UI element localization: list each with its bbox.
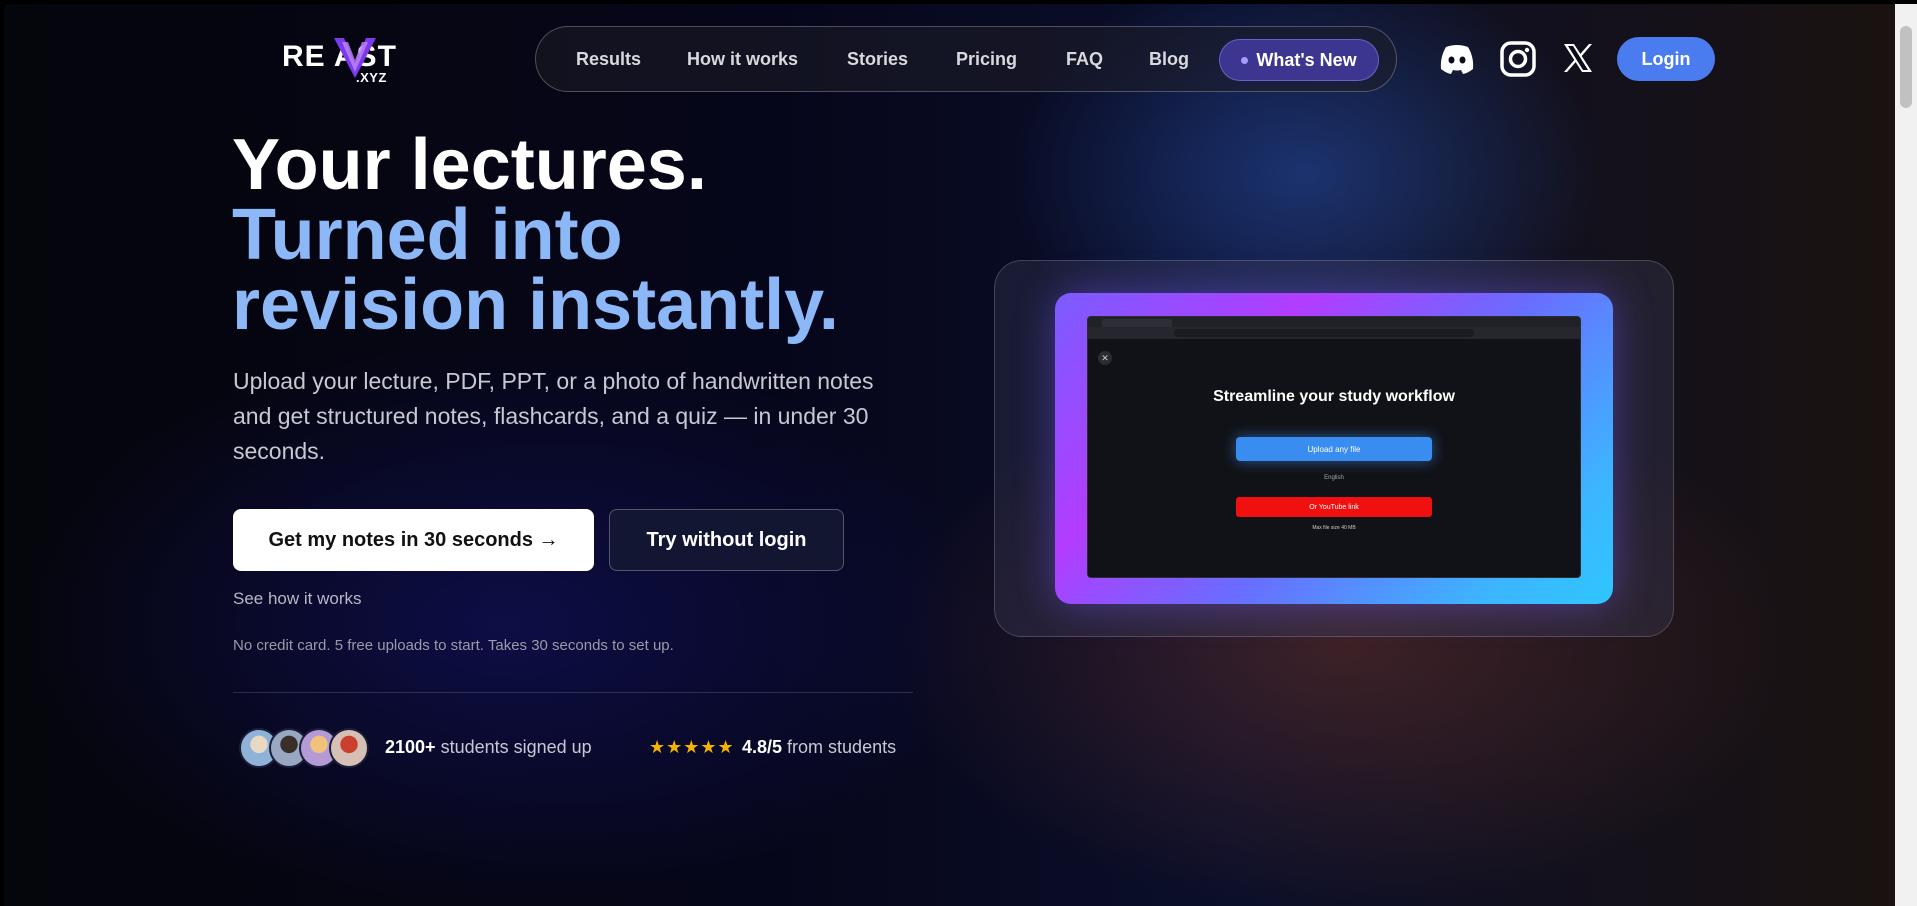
- nav-faq[interactable]: FAQ: [1066, 49, 1103, 70]
- nav-results[interactable]: Results: [576, 49, 641, 70]
- rating-text: 4.8/5 from students: [742, 737, 896, 758]
- logo-subtext: .XYZ: [356, 70, 387, 85]
- rating-suffix: from students: [782, 737, 897, 757]
- revast-logo[interactable]: RE AST .XYZ: [282, 32, 432, 88]
- rating-stars-icon: ★★★★★: [649, 737, 735, 757]
- login-button[interactable]: Login: [1617, 37, 1715, 81]
- demo-browser-tabs: [1088, 317, 1580, 327]
- nav-stories[interactable]: Stories: [847, 49, 908, 70]
- see-how-it-works-link[interactable]: See how it works: [233, 589, 362, 609]
- nav-how-it-works[interactable]: How it works: [687, 49, 798, 70]
- demo-size-note: Max file size 40 MB: [1312, 525, 1356, 531]
- demo-title: Streamline your study workflow: [1213, 388, 1455, 405]
- whats-new-label: What's New: [1256, 49, 1357, 70]
- nav-pricing[interactable]: Pricing: [956, 49, 1017, 70]
- signup-count: 2100+ students signed up: [385, 737, 592, 758]
- x-icon[interactable]: [1561, 41, 1595, 75]
- scrollbar-thumb[interactable]: [1900, 26, 1912, 108]
- demo-close-icon: ✕: [1098, 351, 1112, 365]
- get-notes-button[interactable]: Get my notes in 30 seconds →: [233, 509, 594, 571]
- divider: [233, 692, 913, 693]
- rating-value: 4.8/5: [742, 737, 783, 757]
- hero-title-line-1: Your lectures.: [232, 125, 707, 205]
- try-without-login-button[interactable]: Try without login: [609, 509, 844, 571]
- demo-url-bar: [1174, 329, 1474, 337]
- hero-title-line-3: revision instantly.: [232, 265, 839, 345]
- avatar: [329, 728, 369, 768]
- signup-count-number: 2100+: [385, 737, 436, 757]
- demo-video-screenshot[interactable]: ✕ Streamline your study workflow Upload …: [1087, 316, 1581, 578]
- instagram-icon[interactable]: [1500, 41, 1536, 77]
- demo-upload-button: Upload any file: [1236, 437, 1432, 461]
- nav-blog[interactable]: Blog: [1149, 49, 1189, 70]
- hero-subtext: Upload your lecture, PDF, PPT, or a phot…: [233, 368, 874, 464]
- fineprint: No credit card. 5 free uploads to start.…: [233, 637, 674, 654]
- page-scrollbar[interactable]: [1895, 4, 1917, 906]
- demo-browser-toolbar: [1088, 327, 1580, 339]
- whats-new-button[interactable]: What's New: [1219, 39, 1379, 81]
- signup-count-suffix: students signed up: [435, 737, 592, 757]
- demo-youtube-button: Or YouTube link: [1236, 497, 1432, 517]
- whats-new-dot-icon: [1241, 56, 1249, 64]
- demo-language-select: English: [1324, 475, 1344, 481]
- student-avatars: [239, 728, 369, 768]
- hero-title-line-2: Turned into: [232, 195, 623, 275]
- main-nav: Results How it works Stories Pricing FAQ…: [535, 26, 1397, 92]
- discord-icon[interactable]: [1438, 41, 1476, 77]
- page-background: RE AST .XYZ Results How it works Stories…: [4, 4, 1895, 906]
- demo-browser-tab: [1102, 319, 1172, 327]
